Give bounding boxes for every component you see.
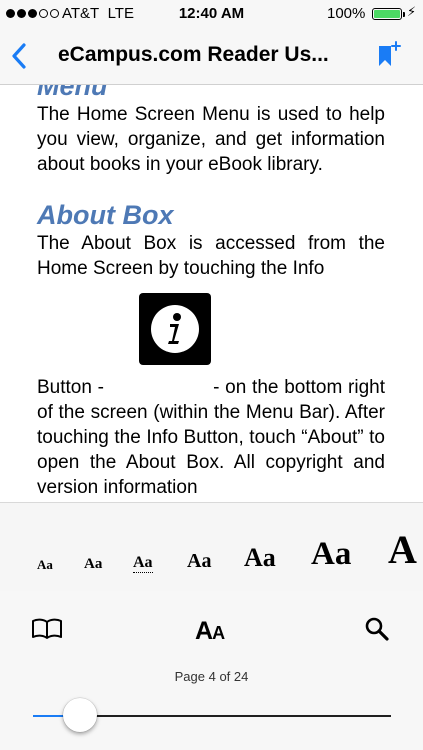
font-size-option-3[interactable]: Aa [133,554,153,573]
font-button-large-a: A [195,617,213,645]
book-title: eCampus.com Reader Us... [58,43,329,66]
info-button-image [139,293,211,365]
about-paragraph-2: Button - - on the bottom right of the sc… [37,377,385,498]
status-bar: AT&T LTE 12:40 AM 100% ⚡ [0,0,423,28]
battery-icon [372,8,405,20]
back-button[interactable] [10,42,30,70]
navigation-bar: eCampus.com Reader Us... [0,28,423,85]
info-icon [151,305,199,353]
page-slider-thumb[interactable] [62,698,97,732]
battery-percent: 100% [327,5,366,22]
about-paragraph-1: The About Box is accessed from the Home … [37,233,385,279]
page-indicator: Page 4 of 24 [174,669,249,684]
font-size-option-2[interactable]: Aa [84,556,102,573]
reader-content[interactable]: Menu The Home Screen Menu is used to hel… [0,84,423,502]
charging-icon: ⚡ [407,4,417,19]
page-text: Menu The Home Screen Menu is used to hel… [37,84,385,500]
font-size-option-5[interactable]: Aa [244,543,276,573]
battery-fill [374,10,400,18]
table-of-contents-button[interactable] [31,617,63,646]
bookmark-add-icon [379,41,401,66]
search-button[interactable] [364,616,390,647]
font-size-option-4[interactable]: Aa [187,550,211,573]
search-icon [365,617,389,641]
bookmark-button[interactable] [376,40,402,70]
font-size-option-1[interactable]: Aa [37,557,53,573]
font-button-small-a: A [212,623,225,643]
section-heading-menu: Menu [37,84,108,101]
menu-paragraph: The Home Screen Menu is used to help you… [37,104,385,175]
font-size-option-6[interactable]: Aa [311,536,351,573]
bottom-toolbar: AA Page 4 of 24 [0,591,423,750]
section-heading-about-box: About Box [37,200,174,230]
font-size-option-7[interactable]: A [388,526,417,573]
font-size-panel: Aa Aa Aa Aa Aa Aa A [0,502,423,592]
font-settings-button[interactable]: AA [195,617,225,646]
chevron-left-icon [12,43,26,69]
book-open-icon [32,618,62,639]
